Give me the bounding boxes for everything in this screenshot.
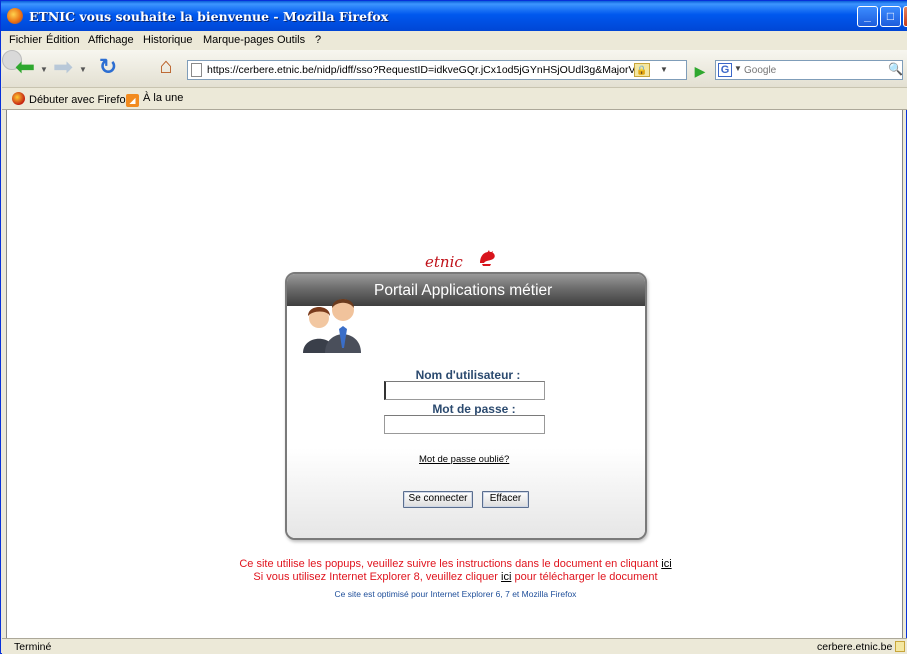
rss-icon: ◢ — [126, 94, 139, 107]
users-icon — [303, 299, 361, 353]
window-title: ETNIC vous souhaite la bienvenue - Mozil… — [29, 9, 389, 24]
menu-edition[interactable]: Édition — [46, 34, 80, 46]
navigation-toolbar: ⬅ ▼ ➡ ▼ ↻ ⌂ https://cerbere.etnic.be/nid… — [2, 50, 907, 88]
status-bar: Terminé cerbere.etnic.be — [2, 638, 907, 654]
close-button[interactable] — [903, 6, 907, 27]
popup-instructions-link[interactable]: ici — [661, 558, 671, 570]
username-label: Nom d'utilisateur : — [415, 368, 521, 382]
optimized-notice: Ce site est optimisé pour Internet Explo… — [334, 589, 577, 599]
title-bar[interactable]: ETNIC vous souhaite la bienvenue - Mozil… — [1, 1, 907, 31]
back-dropdown-icon[interactable]: ▼ — [40, 65, 48, 74]
bookmarks-toolbar: Débuter avec Firefox ◢ À la une — [2, 88, 907, 110]
bookmark-headlines[interactable]: ◢ À la une — [126, 92, 183, 107]
rooster-logo-icon — [480, 250, 495, 266]
logo-text: etnic — [425, 253, 463, 271]
go-icon[interactable]: ▶ — [692, 61, 708, 79]
ie8-notice: Si vous utilisez Internet Explorer 8, ve… — [7, 571, 904, 583]
menu-outils[interactable]: Outils — [277, 34, 305, 46]
browser-window: ETNIC vous souhaite la bienvenue - Mozil… — [0, 0, 907, 654]
menu-help[interactable]: ? — [315, 34, 321, 46]
popup-notice-text: Ce site utilise les popups, veuillez sui… — [239, 558, 662, 570]
url-text[interactable]: https://cerbere.etnic.be/nidp/idff/sso?R… — [207, 64, 647, 76]
etnic-logo: etnic — [425, 249, 505, 271]
lock-icon[interactable]: 🔒 — [634, 63, 650, 77]
search-icon[interactable]: 🔍 — [888, 62, 903, 76]
url-dropdown-icon[interactable]: ▼ — [658, 63, 670, 77]
status-lock-icon[interactable] — [895, 641, 905, 652]
forward-arrow-icon[interactable]: ➡ — [50, 56, 76, 80]
search-bar[interactable]: G ▼ 🔍 — [715, 60, 903, 80]
menu-fichier[interactable]: Fichier — [9, 34, 42, 46]
ie8-notice-text: Si vous utilisez Internet Explorer 8, ve… — [253, 571, 502, 583]
login-panel: Portail Applications métier Nom d'utilis… — [285, 272, 647, 540]
minimize-button[interactable]: _ — [857, 6, 878, 27]
menu-marque-pages[interactable]: Marque-pages — [203, 34, 274, 46]
panel-title: Portail Applications métier — [374, 282, 553, 299]
popup-notice: Ce site utilise les popups, veuillez sui… — [7, 558, 904, 570]
ie8-download-link[interactable]: ici — [501, 571, 511, 583]
home-icon[interactable]: ⌂ — [153, 55, 179, 80]
menu-affichage[interactable]: Affichage — [88, 34, 134, 46]
firefox-icon — [7, 8, 23, 24]
status-host: cerbere.etnic.be — [817, 641, 893, 653]
forgot-password-link[interactable]: Mot de passe oublié? — [419, 454, 509, 465]
address-bar[interactable]: https://cerbere.etnic.be/nidp/idff/sso?R… — [187, 60, 687, 80]
ie8-notice-text-end: pour télécharger le document — [511, 571, 658, 583]
username-input[interactable] — [384, 381, 545, 400]
forward-dropdown-icon[interactable]: ▼ — [79, 65, 87, 74]
maximize-button[interactable]: □ — [880, 6, 901, 27]
google-icon[interactable]: G — [718, 63, 732, 77]
bookmark-label: À la une — [143, 92, 184, 104]
connect-button[interactable]: Se connecter — [403, 491, 473, 508]
back-arrow-icon[interactable]: ⬅ — [12, 56, 38, 80]
clear-button[interactable]: Effacer — [482, 491, 529, 508]
page-content: etnic Portail Applications métier Nom d'… — [6, 110, 903, 638]
password-input[interactable] — [384, 415, 545, 434]
search-input[interactable] — [744, 63, 874, 77]
page-icon — [191, 63, 202, 77]
status-text: Terminé — [14, 641, 52, 653]
firefox-bookmark-icon — [12, 92, 25, 105]
reload-icon[interactable]: ↻ — [95, 56, 121, 81]
menu-bar: Fichier Édition Affichage Historique Mar… — [2, 31, 907, 50]
bookmark-getting-started[interactable]: Débuter avec Firefox — [12, 92, 131, 106]
bookmark-label: Débuter avec Firefox — [29, 94, 132, 106]
password-label: Mot de passe : — [432, 402, 516, 416]
menu-historique[interactable]: Historique — [143, 34, 193, 46]
engine-dropdown-icon[interactable]: ▼ — [734, 64, 742, 73]
